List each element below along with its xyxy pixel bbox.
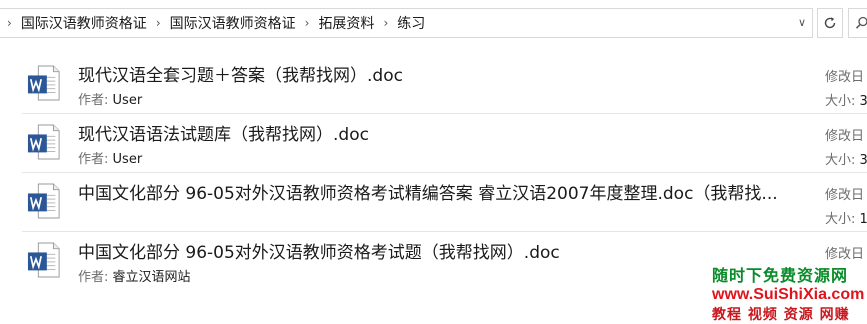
author-value: User [112,93,143,108]
author-label: 作者: [78,152,109,167]
modified-label: 修改日 [825,188,865,203]
breadcrumb[interactable]: › 国际汉语教师资格证 › 国际汉语教师资格证 › 拓展资料 › 练习 ∨ [0,8,813,38]
modified-label: 修改日 [825,129,865,144]
breadcrumb-item-4[interactable]: 练习 [395,13,427,33]
file-row[interactable]: 现代汉语语法试题库（我帮找网）.doc 作者: User 修改日 大小: 3 [22,114,867,173]
breadcrumb-separator-icon[interactable]: › [298,16,317,30]
file-author: 作者: 睿立汉语网站 [78,266,191,285]
modified-label: 修改日 [825,70,865,85]
size-label: 大小: [825,153,856,168]
file-name: 中国文化部分 96-05对外汉语教师资格考试题（我帮找网）.doc [78,243,560,263]
file-size: 大小: 1 [825,208,867,227]
breadcrumb-separator-icon[interactable]: › [0,16,19,30]
file-name: 现代汉语语法试题库（我帮找网）.doc [78,125,369,145]
file-name: 中国文化部分 96-05对外汉语教师资格考试精编答案 睿立汉语2007年度整理.… [78,184,778,204]
watermark-tagline: 教程 视频 资源 网赚 [712,307,850,323]
refresh-icon [824,17,836,29]
word-document-icon [27,183,60,219]
size-value: 3 [859,153,867,168]
file-size: 大小: 3 [825,149,867,168]
author-label: 作者: [78,270,109,285]
file-name: 现代汉语全套习题＋答案（我帮找网）.doc [78,66,403,86]
breadcrumb-separator-icon[interactable]: › [149,16,168,30]
breadcrumb-item-2[interactable]: 国际汉语教师资格证 [168,13,298,33]
author-value: 睿立汉语网站 [112,270,191,285]
watermark-url: www.SuiShiXia.com [712,286,865,303]
size-value: 3 [859,94,867,109]
search-box[interactable] [848,8,867,38]
word-document-icon [27,124,60,160]
file-row[interactable]: 现代汉语全套习题＋答案（我帮找网）.doc 作者: User 修改日 大小: 3 [22,55,867,114]
author-label: 作者: [78,93,109,108]
watermark: 随时下免费资源网 www.SuiShiXia.com 教程 视频 资源 网赚 [712,262,867,324]
file-author: 作者: User [78,148,142,167]
size-label: 大小: [825,212,856,227]
breadcrumb-separator-icon[interactable]: › [376,16,395,30]
search-icon [855,16,867,29]
file-size: 大小: 3 [825,90,867,109]
breadcrumb-item-1[interactable]: 国际汉语教师资格证 [19,13,149,33]
word-document-icon [27,242,60,278]
chevron-down-icon[interactable]: ∨ [798,16,806,29]
refresh-button[interactable] [817,8,843,38]
author-value: User [112,152,143,167]
file-author: 作者: User [78,89,142,108]
size-value: 1 [859,212,867,227]
file-row[interactable]: 中国文化部分 96-05对外汉语教师资格考试精编答案 睿立汉语2007年度整理.… [22,173,867,232]
word-document-icon [27,65,60,101]
watermark-title: 随时下免费资源网 [712,266,849,285]
address-bar-area: › 国际汉语教师资格证 › 国际汉语教师资格证 › 拓展资料 › 练习 ∨ [0,0,867,46]
size-label: 大小: [825,94,856,109]
breadcrumb-item-3[interactable]: 拓展资料 [316,13,376,33]
modified-label: 修改日 [825,247,865,262]
